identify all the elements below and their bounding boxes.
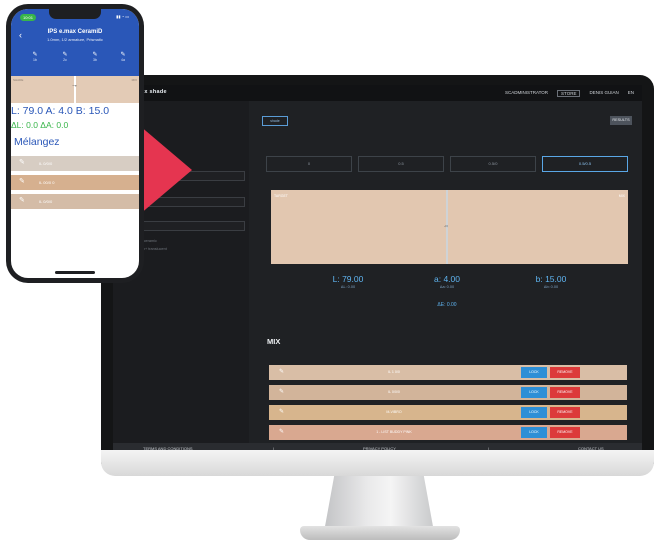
phone-lab-values: L: 79.0 A: 4.0 B: 15.0 bbox=[11, 105, 110, 117]
phone-mix-swatch: MIX bbox=[76, 76, 139, 103]
delta-e: ΔE: 0.00 bbox=[437, 302, 457, 308]
lab-l-value: L: 79.00 bbox=[332, 274, 364, 284]
phone-target-swatch: SHADE bbox=[11, 76, 74, 103]
mix-shade-swatch: MIX bbox=[448, 190, 628, 264]
thickness-tabs: 0 0.5 0.5/0 0.5/0.5 bbox=[266, 156, 632, 172]
tab-1[interactable]: 0.5 bbox=[358, 156, 444, 172]
tool-1-label: 1b bbox=[33, 58, 37, 62]
nav-links: SCADMINISTRATOR STORE DENIS GUIAN EN bbox=[505, 90, 634, 97]
main-panel: shade RESULTS 0 0.5 0.5/0 0.5/0.5 TARGET… bbox=[256, 101, 642, 443]
tab-3[interactable]: 0.5/0.5 bbox=[542, 156, 628, 172]
nav-store[interactable]: STORE bbox=[557, 90, 581, 97]
edit-pencil-icon[interactable]: ✎ bbox=[279, 428, 284, 435]
signal-wifi-battery-icon: ▮▮ ◔ ▭ bbox=[116, 14, 129, 19]
phone-notch bbox=[49, 9, 101, 19]
mix-row-name: M-VIBRO bbox=[386, 410, 402, 414]
monitor-chin bbox=[101, 450, 654, 476]
home-indicator bbox=[55, 271, 95, 274]
nav-language[interactable]: EN bbox=[628, 90, 634, 97]
results-button[interactable]: RESULTS bbox=[610, 116, 632, 125]
lock-button[interactable]: LOCK bbox=[521, 367, 547, 378]
tool-4-label: 4a bbox=[121, 58, 125, 62]
edit-pencil-icon[interactable]: ✎ bbox=[279, 408, 284, 415]
tool-2[interactable]: ✎ 2c bbox=[53, 51, 77, 62]
mix-row: ✎ IL 1 0/0 LOCK REMOVE bbox=[269, 365, 627, 380]
compare-arrow-icon: → bbox=[71, 82, 78, 89]
lab-a: a: 4.00 Δa: 0.00 bbox=[402, 274, 492, 289]
tool-3-label: 3b bbox=[93, 58, 97, 62]
phone-toolbar: ✎ 1b ✎ 2c ✎ 3b ✎ 4a bbox=[11, 51, 139, 71]
lab-l: L: 79.00 ΔL: 0.00 bbox=[303, 274, 393, 289]
tab-0[interactable]: 0 bbox=[266, 156, 352, 172]
lab-b: b: 15.00 Δb: 0.00 bbox=[506, 274, 596, 289]
phone-mix-row-name: IL 0/0/0 bbox=[39, 199, 53, 204]
tool-2-label: 2c bbox=[63, 58, 67, 62]
mix-row: ✎ IL 0/0/0 LOCK REMOVE bbox=[269, 385, 627, 400]
desktop-monitor: IPS e.max shade SCADMINISTRATOR STORE DE… bbox=[101, 75, 654, 475]
top-navbar: IPS e.max shade SCADMINISTRATOR STORE DE… bbox=[113, 85, 642, 101]
mix-row: ✎ 1 - LIST BUDDY PINK LOCK REMOVE bbox=[269, 425, 627, 440]
target-label: TARGET bbox=[274, 194, 288, 198]
remove-button[interactable]: REMOVE bbox=[550, 407, 580, 418]
mix-title: MIX bbox=[267, 337, 281, 346]
tab-2[interactable]: 0.5/0 bbox=[450, 156, 536, 172]
lab-a-value: a: 4.00 bbox=[434, 274, 460, 284]
edit-pencil-icon[interactable]: ✎ bbox=[19, 196, 25, 204]
lock-button[interactable]: LOCK bbox=[521, 387, 547, 398]
mix-label: MIX bbox=[618, 194, 625, 198]
phone-mix-heading: Mélangez bbox=[14, 136, 60, 148]
tool-1[interactable]: ✎ 1b bbox=[23, 51, 47, 62]
lock-button[interactable]: LOCK bbox=[521, 407, 547, 418]
phone-subtitle: 1.0mm, 1/2 armature, Prismatic bbox=[47, 37, 103, 42]
edit-pencil-icon[interactable]: ✎ bbox=[279, 388, 284, 395]
phone-screen: 10:01 ▮▮ ◔ ▭ ‹ IPS e.max CeramiD 1.0mm, … bbox=[11, 9, 139, 278]
edit-pencil-icon[interactable]: ✎ bbox=[19, 158, 25, 166]
monitor-stand bbox=[324, 476, 434, 528]
nav-user[interactable]: DENIS GUIAN bbox=[589, 90, 618, 97]
marketing-composite: IPS e.max shade SCADMINISTRATOR STORE DE… bbox=[0, 0, 659, 554]
edit-pencil-icon[interactable]: ✎ bbox=[279, 368, 284, 375]
edit-pencil-icon[interactable]: ✎ bbox=[19, 177, 25, 185]
target-shade-swatch: TARGET bbox=[271, 190, 446, 264]
phone-mix-row-name: IL 0/0/0 bbox=[39, 161, 53, 166]
tool-3[interactable]: ✎ 3b bbox=[83, 51, 107, 62]
nav-admin[interactable]: SCADMINISTRATOR bbox=[505, 90, 548, 97]
phone-mix-row[interactable]: ✎ IL 0/0/0 bbox=[11, 194, 139, 209]
mix-row-name: IL 1 0/0 bbox=[388, 370, 400, 374]
desktop-screen: IPS e.max shade SCADMINISTRATOR STORE DE… bbox=[113, 85, 642, 461]
phone-header: 10:01 ▮▮ ◔ ▭ ‹ IPS e.max CeramiD 1.0mm, … bbox=[11, 9, 139, 76]
phone-delta-values: ΔL: 0.0 ΔA: 0.0 bbox=[11, 120, 69, 130]
status-time: 10:01 bbox=[20, 14, 36, 21]
mix-row: ✎ M-VIBRO LOCK REMOVE bbox=[269, 405, 627, 420]
tool-4[interactable]: ✎ 4a bbox=[111, 51, 135, 62]
breadcrumb[interactable]: shade bbox=[262, 116, 288, 126]
lab-a-delta: Δa: 0.00 bbox=[439, 285, 455, 289]
smartphone: 10:01 ▮▮ ◔ ▭ ‹ IPS e.max CeramiD 1.0mm, … bbox=[6, 4, 144, 283]
phone-mix-row[interactable]: ✎ IL 0/0/0 bbox=[11, 156, 139, 171]
mix-row-name: 1 - LIST BUDDY PINK bbox=[376, 430, 412, 434]
monitor-base bbox=[300, 526, 460, 540]
remove-button[interactable]: REMOVE bbox=[550, 427, 580, 438]
lock-button[interactable]: LOCK bbox=[521, 427, 547, 438]
phone-mix-row[interactable]: ✎ IL 00/0 0 bbox=[11, 175, 139, 190]
lab-l-delta: ΔL: 0.00 bbox=[340, 285, 356, 289]
lab-b-value: b: 15.00 bbox=[535, 274, 567, 284]
phone-title: IPS e.max CeramiD bbox=[47, 29, 103, 35]
lab-b-delta: Δb: 0.00 bbox=[543, 285, 559, 289]
mix-row-name: IL 0/0/0 bbox=[388, 390, 400, 394]
remove-button[interactable]: REMOVE bbox=[550, 387, 580, 398]
remove-button[interactable]: REMOVE bbox=[550, 367, 580, 378]
phone-shade-right-label: MIX bbox=[131, 78, 137, 82]
phone-shade-left-label: SHADE bbox=[13, 78, 24, 82]
phone-mix-row-name: IL 00/0 0 bbox=[39, 180, 55, 185]
